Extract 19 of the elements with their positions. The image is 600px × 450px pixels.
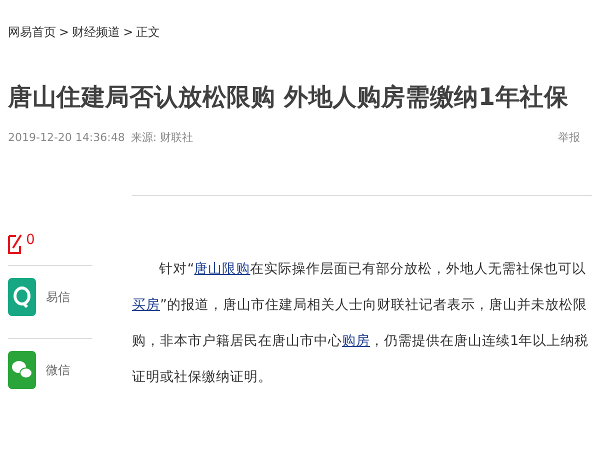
share-label[interactable]: 易信 [46,288,70,306]
breadcrumb-link[interactable]: 正文 [136,24,160,40]
breadcrumb-separator: > [123,25,134,39]
breadcrumb-link[interactable]: 财经频道 [72,24,120,40]
breadcrumb-separator: > [59,25,70,39]
report-link[interactable]: 举报 [558,130,580,145]
wechat-icon[interactable] [8,351,36,389]
keyword-link[interactable]: 购房 [342,333,370,349]
share-label[interactable]: 微信 [46,362,70,378]
publish-time: 2019-12-20 14:36:48 [8,131,125,144]
keyword-link[interactable]: 唐山限购 [194,261,250,277]
breadcrumb-link[interactable]: 网易首页 [8,24,56,40]
article-source: 来源: 财联社 [130,130,194,145]
keyword-link[interactable]: 买房 [132,297,160,313]
comment-count[interactable]: 0 [26,231,35,249]
chat-bubble-icon[interactable] [8,278,36,316]
article-paragraph: 针对“唐山限购在实际操作层面已有部分放松，外地人无需社保也可以 买房”的报道，唐山市住建局相关人士向财联社记者表示，唐山并未放松限购，非本市户籍居民在唐山市中心购房，仍需提供在唐山连续1年以上纳税证明或社保缴纳证明。 [132,260,590,387]
article-title: 唐山住建局否认放松限购 外地人购房需缴纳1年社保 [8,82,570,113]
comment-icon[interactable] [8,233,24,255]
